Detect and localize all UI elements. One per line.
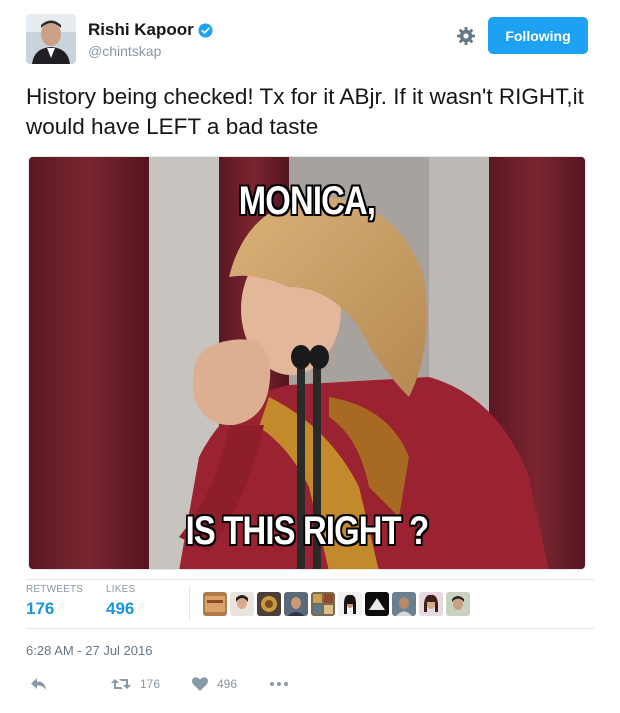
retweet-count: 176 [140,677,161,691]
likes-count: 496 [106,599,135,618]
retweets-label: RETWEETS [26,584,84,595]
liker-avatar-3[interactable] [257,592,281,616]
liker-avatar-2[interactable] [230,592,254,616]
divider [26,579,594,580]
divider [26,628,594,629]
display-name[interactable]: Rishi Kapoor [88,20,213,40]
gear-icon[interactable] [456,26,476,46]
tweet-stats: RETWEETS 176 LIKES 496 [26,584,594,624]
likers-avatars [203,592,470,616]
tweet-media-image[interactable]: MONICA, IS THIS RIGHT ? [28,156,586,570]
retweet-icon [111,679,131,689]
tweet-actions: 176 496 [26,676,594,698]
tweet-header: Rishi Kapoor @chintskap Following [26,14,594,70]
liker-avatar-6[interactable] [338,592,362,616]
user-handle[interactable]: @chintskap [88,43,213,59]
reply-icon [31,678,46,690]
like-count: 496 [217,677,238,691]
retweet-button[interactable]: 176 [110,676,160,692]
liker-avatar-7[interactable] [365,592,389,616]
more-dots-icon [270,682,288,686]
tweet-text: History being checked! Tx for it ABjr. I… [26,84,584,139]
heart-icon [191,677,209,691]
stats-separator [189,586,190,620]
tweet-timestamp[interactable]: 6:28 AM - 27 Jul 2016 [26,643,152,658]
meme-caption-top: MONICA, [238,179,376,223]
reply-button[interactable] [30,676,48,692]
liker-avatar-9[interactable] [419,592,443,616]
verified-badge-icon [198,22,213,38]
meme-caption-bottom: IS THIS RIGHT ? [185,509,430,553]
following-button[interactable]: Following [488,17,588,54]
liker-avatar-5[interactable] [311,592,335,616]
retweets-stat[interactable]: RETWEETS 176 [26,584,83,619]
likes-stat[interactable]: LIKES 496 [106,584,135,619]
liker-avatar-10[interactable] [446,592,470,616]
like-button[interactable]: 496 [191,676,237,692]
liker-avatar-4[interactable] [284,592,308,616]
likes-label: LIKES [106,584,136,595]
more-button[interactable] [268,676,290,692]
liker-avatar-8[interactable] [392,592,416,616]
user-avatar[interactable] [26,14,76,64]
retweets-count: 176 [26,599,55,618]
liker-avatar-1[interactable] [203,592,227,616]
